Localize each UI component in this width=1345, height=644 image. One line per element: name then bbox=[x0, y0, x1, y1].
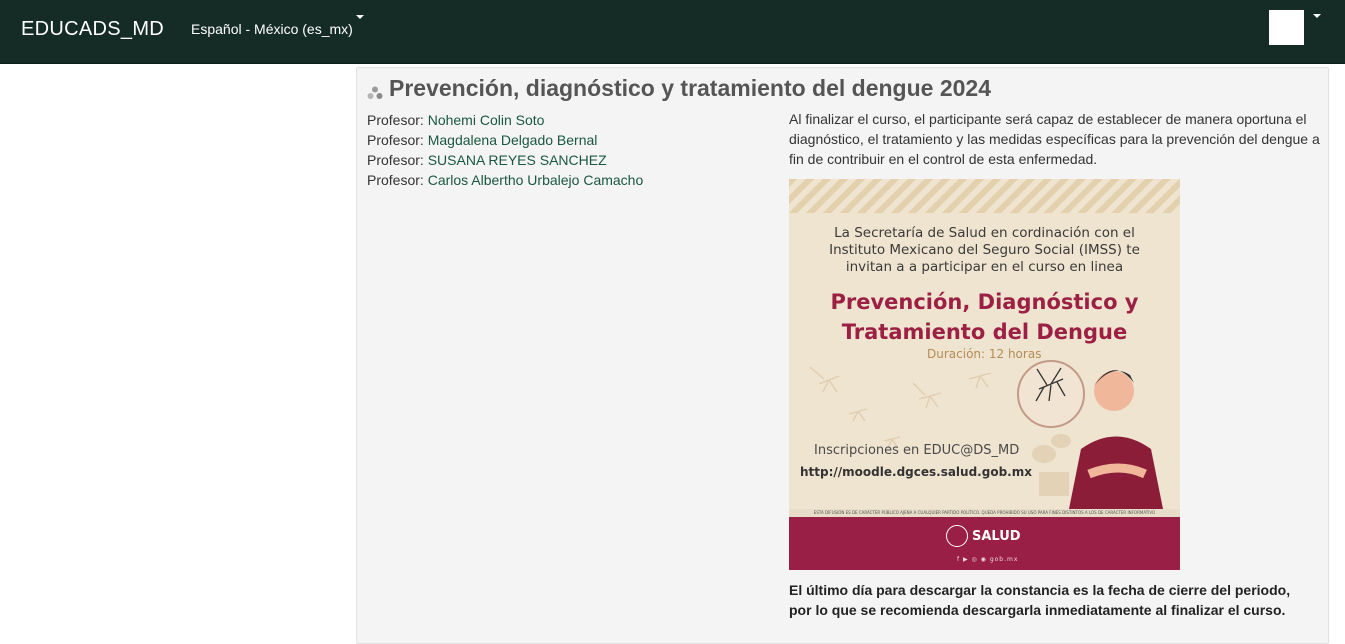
social-icons: f ▶ ◎ ◉ gob.mx bbox=[957, 556, 1019, 563]
teacher-link[interactable]: Carlos Albertho Urbalejo Camacho bbox=[428, 172, 644, 188]
mosquito-silhouettes bbox=[809, 366, 992, 449]
plant-decoration bbox=[1032, 434, 1071, 496]
teacher-role: Profesor: bbox=[367, 172, 424, 188]
poster-registration: Inscripciones en EDUC@DS_MD bbox=[814, 443, 1020, 458]
teacher-item: Profesor: Carlos Albertho Urbalejo Camac… bbox=[367, 170, 643, 190]
salud-logo-text: SALUD bbox=[972, 528, 1021, 544]
teacher-list: Profesor: Nohemi Colin Soto Profesor: Ma… bbox=[367, 110, 643, 190]
teacher-role: Profesor: bbox=[367, 112, 424, 128]
deadline-line: por lo que se recomienda descargarla inm… bbox=[789, 602, 1286, 618]
seal-icon bbox=[946, 525, 968, 547]
course-poster-image: La Secretaría de Salud en cordinación co… bbox=[789, 179, 1180, 570]
course-title-link[interactable]: Prevención, diagnóstico y tratamiento de… bbox=[389, 75, 991, 102]
site-brand[interactable]: EDUCADS_MD bbox=[21, 18, 164, 41]
teacher-item: Profesor: SUSANA REYES SANCHEZ bbox=[367, 150, 643, 170]
language-menu[interactable]: Español - México (es_mx) bbox=[191, 21, 353, 37]
deadline-line: El último día para descargar la constanc… bbox=[789, 582, 1291, 598]
user-avatar[interactable] bbox=[1269, 10, 1304, 45]
man-head bbox=[1094, 371, 1134, 411]
course-icon bbox=[367, 81, 383, 99]
teacher-role: Profesor: bbox=[367, 152, 424, 168]
avatar-placeholder-icon bbox=[1269, 10, 1304, 45]
teacher-link[interactable]: Nohemi Colin Soto bbox=[428, 112, 545, 128]
course-summary: Al finalizar el curso, el participante s… bbox=[789, 111, 1320, 167]
user-menu-caret-down-icon[interactable] bbox=[1313, 14, 1321, 18]
course-title-row: Prevención, diagnóstico y tratamiento de… bbox=[367, 75, 991, 102]
magnifier-circle bbox=[1017, 360, 1085, 428]
poster-url: http://moodle.dgces.salud.gob.mx bbox=[800, 465, 1032, 479]
teacher-link[interactable]: SUSANA REYES SANCHEZ bbox=[428, 152, 607, 168]
deadline-notice: El último día para descargar la constanc… bbox=[789, 580, 1329, 620]
man-shirt bbox=[1069, 436, 1163, 509]
teacher-item: Profesor: Nohemi Colin Soto bbox=[367, 110, 643, 130]
poster-footer-band: SALUD f ▶ ◎ ◉ gob.mx bbox=[789, 517, 1180, 570]
teacher-link[interactable]: Magdalena Delgado Bernal bbox=[428, 132, 598, 148]
poster-disclaimer: ESTA DIFUSIÓN ES DE CARÁCTER PÚBLICO AJE… bbox=[789, 509, 1180, 517]
teacher-item: Profesor: Magdalena Delgado Bernal bbox=[367, 130, 643, 150]
language-caret-down-icon[interactable] bbox=[356, 15, 364, 19]
teacher-role: Profesor: bbox=[367, 132, 424, 148]
top-navbar: EDUCADS_MD Español - México (es_mx) bbox=[0, 0, 1345, 64]
salud-logo: SALUD bbox=[946, 525, 1021, 547]
